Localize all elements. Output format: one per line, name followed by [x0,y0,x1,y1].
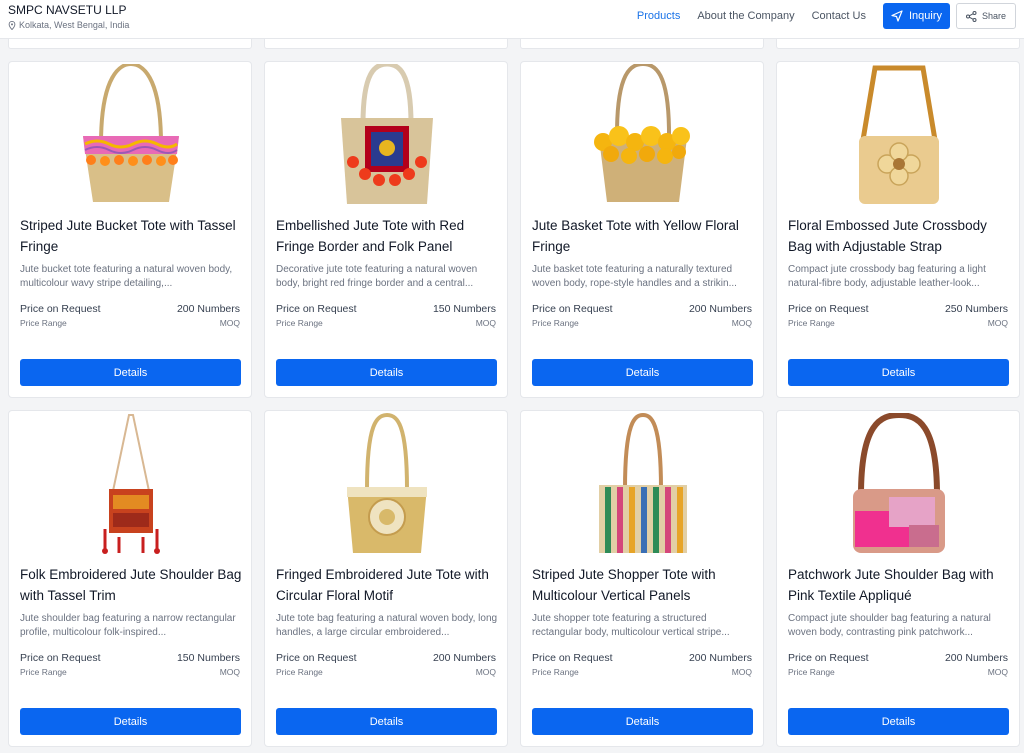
product-description: Jute shoulder bag featuring a narrow rec… [20,613,236,638]
price-range-label: Price Range [20,667,67,677]
product-card[interactable]: Fringed Embroidered Jute Tote with Circu… [264,410,508,747]
moq-label: MOQ [219,667,240,677]
location: Kolkata, West Bengal, India [8,19,129,31]
product-description: Jute bucket tote featuring a natural wov… [20,264,233,289]
product-card[interactable]: Jute Basket Tote with Yellow Floral Frin… [520,61,764,398]
product-title[interactable]: Fringed Embroidered Jute Tote with Circu… [276,564,498,606]
product-image[interactable] [521,411,763,559]
bag-image-yellow-floral-basket [594,64,690,202]
product-image[interactable] [777,411,1019,559]
share-label: Share [981,11,1007,21]
details-button[interactable]: Details [276,708,497,735]
price-value: Price on Request [788,303,869,315]
product-image[interactable] [777,62,1019,210]
company-name[interactable]: SMPC NAVSETU LLP [8,3,129,17]
product-title[interactable]: Embellished Jute Tote with Red Fringe Bo… [276,215,498,257]
product-card[interactable]: Striped Jute Shopper Tote with Multicolo… [520,410,764,747]
details-button[interactable]: Details [532,359,753,386]
brand: SMPC NAVSETU LLP Kolkata, West Bengal, I… [8,3,129,31]
price-value: Price on Request [20,652,101,664]
product-image[interactable] [265,411,507,559]
product-description: Decorative jute tote featuring a natural… [276,264,478,289]
top-bar: SMPC NAVSETU LLP Kolkata, West Bengal, I… [0,0,1024,39]
moq-label: MOQ [987,667,1008,677]
price-range-label: Price Range [20,318,67,328]
product-description: Jute tote bag featuring a natural woven … [276,613,498,638]
price-range-label: Price Range [276,318,323,328]
price-range-label: Price Range [532,318,579,328]
moq-value: 200 Numbers [176,303,240,315]
moq-label: MOQ [731,318,752,328]
product-title[interactable]: Patchwork Jute Shoulder Bag with Pink Te… [788,564,1010,606]
bag-image-floral-crossbody [859,65,939,204]
product-image[interactable] [521,62,763,210]
product-image[interactable] [265,62,507,210]
moq-value: 150 Numbers [432,303,496,315]
inquiry-button[interactable]: Inquiry [883,3,950,29]
bag-image-striped-shopper [599,413,687,553]
moq-value: 200 Numbers [432,652,496,664]
price-value: Price on Request [276,652,357,664]
price-value: Price on Request [532,303,613,315]
price-value: Price on Request [788,652,869,664]
share-button[interactable]: Share [956,3,1016,29]
product-card[interactable]: Floral Embossed Jute Crossbody Bag with … [776,61,1020,398]
nav-contact[interactable]: Contact Us [812,10,866,22]
bag-image-folk-shoulder [102,414,160,554]
moq-label: MOQ [731,667,752,677]
product-image[interactable] [9,62,251,210]
product-card[interactable]: Embellished Jute Tote with Red Fringe Bo… [264,61,508,398]
product-description: Jute basket tote featuring a naturally t… [532,264,737,289]
product-description: Compact jute crossbody bag featuring a l… [788,264,986,289]
price-range-label: Price Range [788,318,835,328]
bag-image-red-fringe-tote [341,64,433,204]
moq-label: MOQ [475,667,496,677]
price-value: Price on Request [532,652,613,664]
nav-products[interactable]: Products [637,10,680,22]
product-title[interactable]: Floral Embossed Jute Crossbody Bag with … [788,215,1010,257]
nav-about[interactable]: About the Company [697,10,794,22]
bag-image-patchwork-shoulder [853,413,945,553]
product-title[interactable]: Striped Jute Shopper Tote with Multicolo… [532,564,754,606]
moq-value: 150 Numbers [176,652,240,664]
product-card[interactable]: Patchwork Jute Shoulder Bag with Pink Te… [776,410,1020,747]
moq-value: 200 Numbers [944,652,1008,664]
product-card[interactable]: Striped Jute Bucket Tote with Tassel Fri… [8,61,252,398]
product-title[interactable]: Striped Jute Bucket Tote with Tassel Fri… [20,215,242,257]
price-value: Price on Request [276,303,357,315]
moq-value: 200 Numbers [688,303,752,315]
bag-image-fringed-embroidered-tote [347,413,427,553]
moq-value: 200 Numbers [688,652,752,664]
send-icon [891,10,903,22]
inquiry-label: Inquiry [908,10,943,22]
details-button[interactable]: Details [788,359,1009,386]
details-button[interactable]: Details [276,359,497,386]
product-image[interactable] [9,411,251,559]
share-icon [965,10,977,22]
price-range-label: Price Range [276,667,323,677]
product-description: Jute shopper tote featuring a structured… [532,613,730,638]
main-nav: Products About the Company Contact Us In… [637,3,1016,29]
price-value: Price on Request [20,303,101,315]
product-card[interactable]: Folk Embroidered Jute Shoulder Bag with … [8,410,252,747]
details-button[interactable]: Details [788,708,1009,735]
details-button[interactable]: Details [20,359,241,386]
moq-label: MOQ [475,318,496,328]
location-pin-icon [8,20,16,30]
product-title[interactable]: Folk Embroidered Jute Shoulder Bag with … [20,564,242,606]
moq-value: 250 Numbers [944,303,1008,315]
location-text: Kolkata, West Bengal, India [19,20,130,30]
price-range-label: Price Range [788,667,835,677]
product-description: Compact jute shoulder bag featuring a na… [788,613,991,638]
details-button[interactable]: Details [20,708,241,735]
details-button[interactable]: Details [532,708,753,735]
product-title[interactable]: Jute Basket Tote with Yellow Floral Frin… [532,215,754,257]
moq-label: MOQ [987,318,1008,328]
bag-image-bucket-tote [83,64,179,202]
moq-label: MOQ [219,318,240,328]
price-range-label: Price Range [532,667,579,677]
